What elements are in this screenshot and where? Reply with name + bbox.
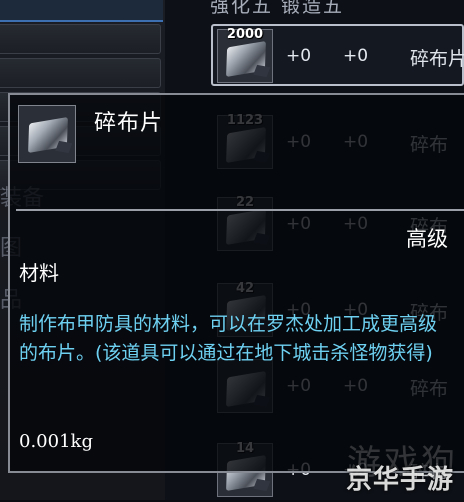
tooltip-item-type: 材料 (19, 261, 59, 285)
tooltip-divider (16, 209, 464, 211)
left-list-row[interactable] (0, 24, 161, 54)
item-quantity: 2000 (226, 27, 264, 42)
tooltip-item-grade: 高级 (406, 227, 448, 251)
item-stat-forge: +0 (343, 46, 369, 66)
tooltip-item-slot (18, 105, 76, 163)
item-row-selected[interactable]: 2000 +0 +0 碎布片 (211, 24, 464, 86)
left-list-row[interactable] (0, 58, 161, 88)
tooltip-item-weight: 0.001kg (19, 431, 93, 452)
item-tooltip: 碎布片 高级 材料 制作布甲防具的材料，可以在罗杰处加工成更高级的布片。(该道具… (8, 93, 464, 473)
watermark: 京华手游 (345, 465, 454, 495)
item-name: 碎布片 (410, 48, 464, 70)
tooltip-item-description: 制作布甲防具的材料，可以在罗杰处加工成更高级的布片。(该道具可以通过在地下城击杀… (19, 313, 438, 364)
top-tab[interactable] (0, 0, 163, 22)
tooltip-item-name: 碎布片 (94, 111, 164, 136)
column-header: 强化五 锻造五 (210, 0, 345, 17)
cloth-shard-icon (28, 116, 68, 154)
cloth-shard-icon (226, 40, 266, 78)
item-stat-reinforce: +0 (286, 46, 312, 66)
